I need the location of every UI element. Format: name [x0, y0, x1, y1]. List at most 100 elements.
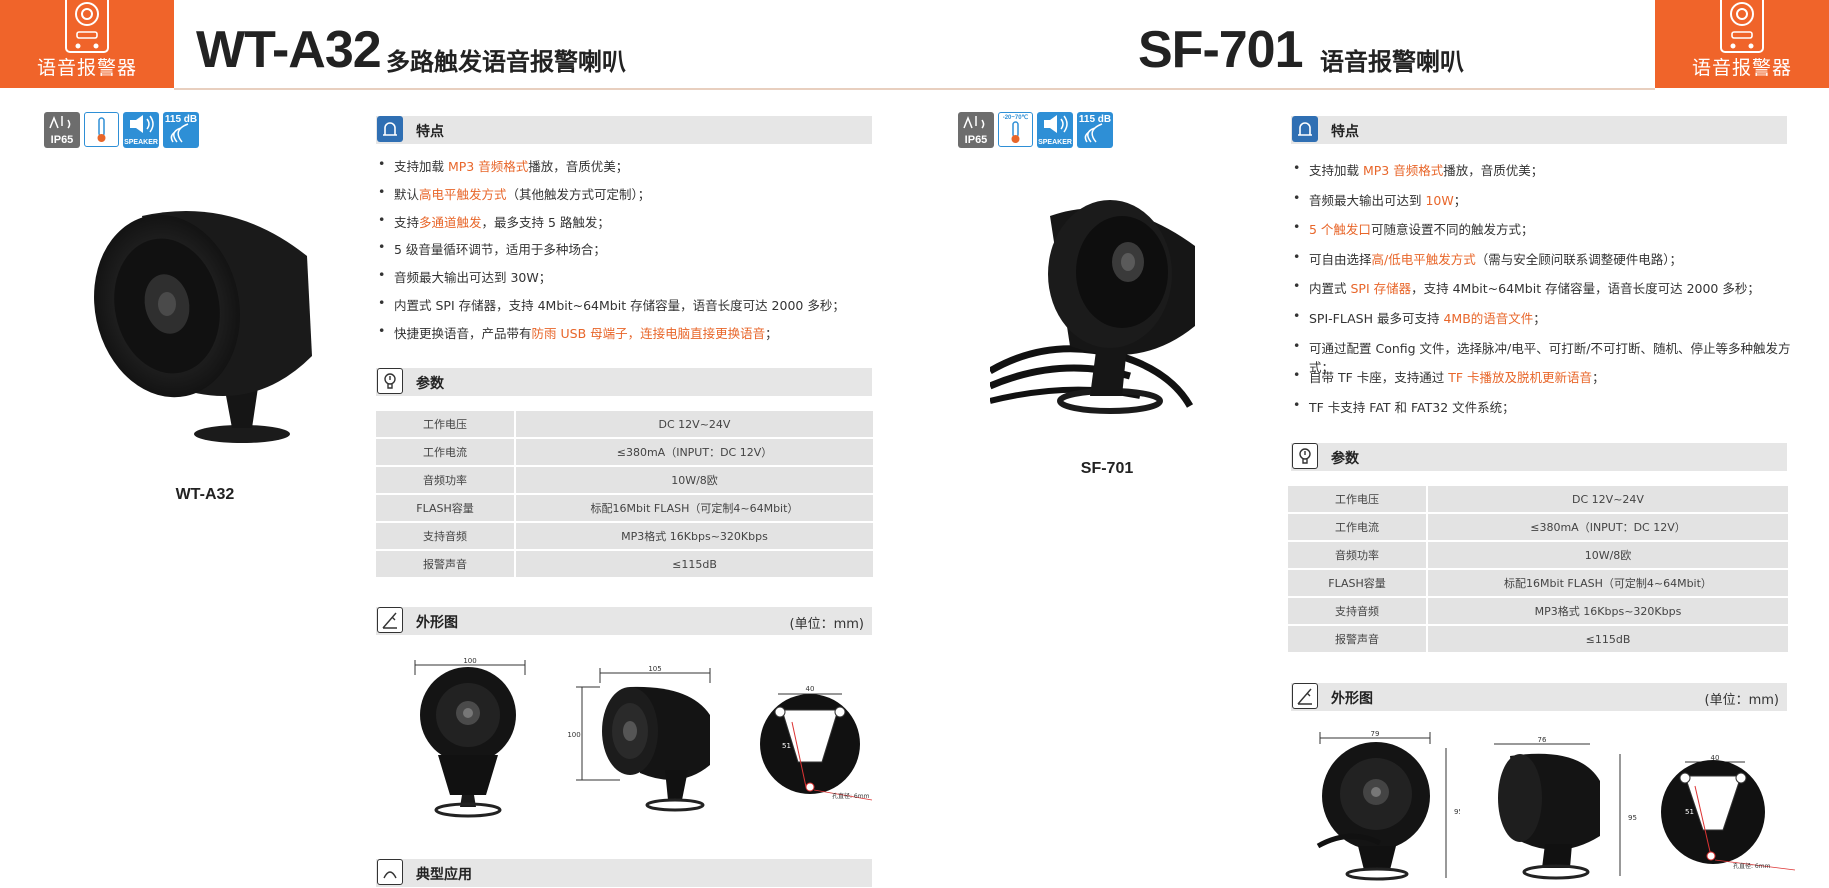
- feature-highlight: 5 个触发口: [1309, 222, 1371, 238]
- param-key: 音频功率: [376, 467, 516, 493]
- feature-text: 快捷更换语音，产品带有: [394, 325, 532, 341]
- param-row: 报警声音 ≤115dB: [1288, 626, 1788, 652]
- subtitle-left: 多路触发语音报警喇叭: [386, 48, 626, 76]
- param-key: FLASH容量: [376, 495, 516, 521]
- param-key: 支持音频: [376, 523, 516, 549]
- section-title: 外形图: [416, 615, 458, 631]
- param-row: FLASH容量 标配16Mbit FLASH（可定制4~64Mbit）: [1288, 570, 1788, 596]
- dim-height-label: 95: [1454, 808, 1460, 816]
- param-row: 支持音频 MP3格式 16Kbps~320Kbps: [376, 523, 873, 549]
- brand-badge-left: 语音报警器: [0, 0, 174, 88]
- feature-item: TF 卡支持 FAT 和 FAT32 文件系统；: [1291, 397, 1791, 427]
- params-table-right: 工作电压 DC 12V~24V 工作电流 ≤380mA（INPUT：DC 12V） 音频…: [1288, 484, 1788, 654]
- dim-height-label: 95: [1628, 814, 1637, 822]
- param-row: 工作电压 DC 12V~24V: [376, 411, 873, 437]
- features-list-left: 支持加载 MP3 音频格式播放，音质优美； 默认高电平触发方式（其他触发方式可定…: [376, 156, 856, 351]
- outline-bracket-view-left: 40 51 孔直径: 6mm: [760, 685, 873, 801]
- param-value: 标配16Mbit FLASH（可定制4~64Mbit）: [1428, 570, 1788, 596]
- unit-label: (单位：mm): [789, 617, 864, 632]
- feature-item: 可自由选择高/低电平触发方式（需与安全顾问联系调整硬件电路）；: [1291, 249, 1791, 279]
- subtitle-right: 语音报警喇叭: [1320, 48, 1464, 76]
- feature-text: 可随意设置不同的触发方式；: [1370, 222, 1534, 238]
- hole-diameter-label: 孔直径: 6mm: [832, 792, 870, 800]
- feature-text: ，最多支持 5 路触发；: [481, 214, 610, 230]
- alarm-light-icon: [1291, 114, 1319, 144]
- feature-highlight: MP3 音频格式: [447, 159, 529, 174]
- dim-width-label: 40: [806, 685, 815, 693]
- param-key: 工作电流: [376, 439, 516, 465]
- alarm-light-icon: [376, 114, 404, 144]
- hole-diameter-label: 孔直径: 6mm: [1733, 862, 1771, 870]
- outline-bracket-view-right: 40 51 孔直径: 6mm: [1661, 754, 1796, 871]
- outline-side-view-left: 105 100: [567, 665, 711, 812]
- feature-text: 音频最大输出可达到 30W；: [394, 270, 552, 286]
- feature-highlight: MP3 音频格式: [1362, 163, 1444, 178]
- feature-highlight: 高/低电平触发方式: [1371, 251, 1476, 267]
- feature-text: 内置式: [1309, 281, 1351, 297]
- feature-highlight: SPI 存储器: [1350, 281, 1412, 297]
- section-title: 参数: [1331, 451, 1359, 467]
- feature-item: 支持加载 MP3 音频格式播放，音质优美；: [1291, 160, 1791, 190]
- param-row: 音频功率 10W/8欧: [376, 467, 873, 493]
- section-outline-right: 外形图 (单位：mm): [1291, 683, 1787, 711]
- feature-highlight: 10W: [1425, 192, 1454, 208]
- feature-highlight: 多通道触发: [419, 214, 482, 230]
- section-title: 典型应用: [416, 867, 472, 883]
- section-outline-left: 外形图 (单位：mm): [376, 607, 872, 635]
- feature-item: SPI-FLASH 最多可支持 4MB的语音文件；: [1291, 308, 1791, 338]
- param-key: 工作电压: [1288, 486, 1428, 512]
- dim-width-label: 100: [463, 657, 476, 665]
- product-image-sf-701: [990, 200, 1195, 414]
- brand-badge-right: 语音报警器: [1655, 0, 1829, 88]
- badge-label: 语音报警器: [36, 57, 137, 79]
- feature-item: 支持加载 MP3 音频格式播放，音质优美；: [376, 156, 856, 184]
- feature-item: 音频最大输出可达到 10W；: [1291, 190, 1791, 220]
- param-value: MP3格式 16Kbps~320Kbps: [1428, 598, 1788, 624]
- section-title: 外形图: [1331, 691, 1373, 707]
- ruler-pen-icon: [1291, 681, 1319, 711]
- decibel-icon: 115 dB: [163, 112, 199, 148]
- param-value: DC 12V~24V: [516, 411, 873, 437]
- section-features-left: 特点: [376, 116, 872, 144]
- dim-width-label: 79: [1371, 730, 1380, 738]
- feature-text: TF 卡支持 FAT 和 FAT32 文件系统；: [1309, 399, 1515, 415]
- feature-item: 支持多通道触发，最多支持 5 路触发；: [376, 212, 856, 240]
- params-table-left: 工作电压 DC 12V~24V 工作电流 ≤380mA（INPUT：DC 12V） 音频…: [376, 409, 873, 579]
- param-key: 报警声音: [376, 551, 516, 577]
- feature-item: 默认高电平触发方式（其他触发方式可定制）；: [376, 184, 856, 212]
- feature-highlight: 防雨 USB 母端子，连接电脑直接更换语音: [531, 325, 766, 341]
- param-value: ≤380mA（INPUT：DC 12V）: [516, 439, 873, 465]
- section-title: 参数: [416, 376, 444, 392]
- feature-text: ，支持 4Mbit~64Mbit 存储容量，语音长度可达 2000 多秒；: [1411, 281, 1760, 297]
- feature-highlight: 高电平触发方式: [419, 186, 507, 202]
- section-params-left: 参数: [376, 368, 872, 396]
- section-params-right: 参数: [1291, 443, 1787, 471]
- feature-text: 可自由选择: [1309, 251, 1372, 267]
- temperature-range-icon: -20~70℃: [998, 112, 1033, 147]
- param-row: 报警声音 ≤115dB: [376, 551, 873, 577]
- outline-front-view-left: 100: [414, 657, 526, 818]
- param-value: ≤115dB: [1428, 626, 1788, 652]
- product-caption-left: WT-A32: [175, 486, 235, 503]
- badge-label: 语音报警器: [1691, 57, 1792, 79]
- param-row: FLASH容量 标配16Mbit FLASH（可定制4~64Mbit）: [376, 495, 873, 521]
- param-value: 10W/8欧: [1428, 542, 1788, 568]
- feature-text: 默认: [394, 186, 420, 202]
- param-value: MP3格式 16Kbps~320Kbps: [516, 523, 873, 549]
- dim-height-label: 100: [567, 731, 580, 739]
- header-divider-left: [174, 88, 914, 90]
- param-row: 音频功率 10W/8欧: [1288, 542, 1788, 568]
- feature-text: 播放，音质优美；: [1443, 163, 1544, 178]
- unit-label: (单位：mm): [1704, 693, 1779, 708]
- feature-text: 支持加载: [394, 159, 448, 174]
- speaker-icon: SPEAKER: [123, 112, 159, 148]
- param-key: 支持音频: [1288, 598, 1428, 624]
- feature-text: 内置式 SPI 存储器，支持 4Mbit~64Mbit 存储容量，语音长度可达 …: [394, 297, 845, 313]
- param-value: ≤115dB: [516, 551, 873, 577]
- feature-item: 5 个触发口可随意设置不同的触发方式；: [1291, 219, 1791, 249]
- spec-icons-left: IP65 SPEAKER 115 dB: [44, 112, 199, 148]
- outline-front-view-right: 79 95: [1316, 730, 1460, 881]
- features-list-right: 支持加载 MP3 音频格式播放，音质优美；音频最大输出可达到 10W；5 个触发…: [1291, 160, 1791, 426]
- feature-text: ；: [1592, 370, 1605, 386]
- section-title: 特点: [1331, 124, 1359, 140]
